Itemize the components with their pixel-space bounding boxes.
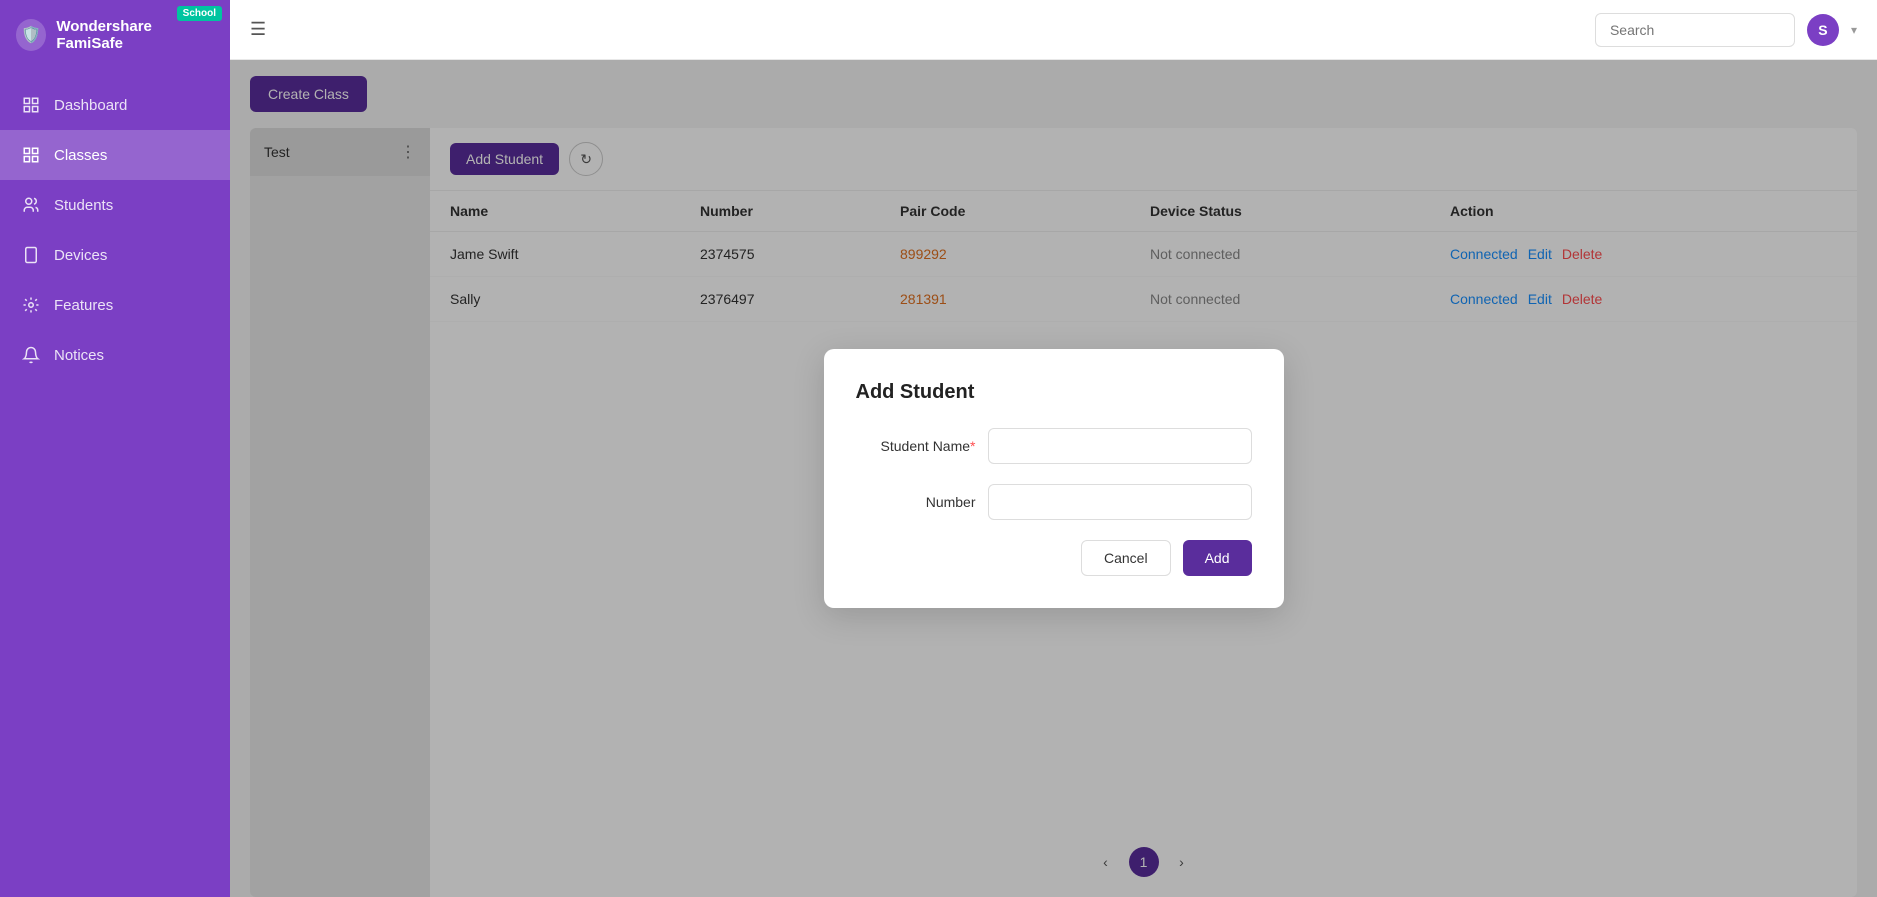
number-group: Number — [856, 484, 1252, 520]
notices-label: Notices — [54, 347, 104, 364]
main-area: ☰ S ▾ Create Class Test ⋮ Add Studen — [230, 0, 1877, 897]
features-label: Features — [54, 297, 113, 314]
search-input[interactable] — [1595, 13, 1795, 47]
students-label: Students — [54, 197, 113, 214]
number-input[interactable] — [988, 484, 1252, 520]
devices-label: Devices — [54, 247, 107, 264]
cancel-button[interactable]: Cancel — [1081, 540, 1171, 576]
modal-overlay: Add Student Student Name* Number Cancel … — [230, 60, 1877, 897]
sidebar-item-devices[interactable]: Devices — [0, 230, 230, 280]
sidebar-nav: Dashboard Classes Students Devices Featu… — [0, 70, 230, 380]
add-button[interactable]: Add — [1183, 540, 1252, 576]
topbar: ☰ S ▾ — [230, 0, 1877, 60]
sidebar-item-classes[interactable]: Classes — [0, 130, 230, 180]
sidebar-item-students[interactable]: Students — [0, 180, 230, 230]
classes-label: Classes — [54, 147, 107, 164]
topbar-right: S ▾ — [1595, 13, 1857, 47]
student-name-label: Student Name* — [856, 438, 976, 454]
sidebar-item-features[interactable]: Features — [0, 280, 230, 330]
content-area: Create Class Test ⋮ Add Student ↻ — [230, 60, 1877, 897]
modal-actions: Cancel Add — [856, 540, 1252, 576]
number-label: Number — [856, 494, 976, 510]
user-avatar[interactable]: S — [1807, 14, 1839, 46]
student-name-group: Student Name* — [856, 428, 1252, 464]
school-badge: School — [177, 6, 222, 21]
logo-icon: 🛡️ — [16, 19, 46, 51]
devices-icon — [20, 244, 42, 266]
hamburger-menu[interactable]: ☰ — [250, 19, 266, 40]
sidebar-item-notices[interactable]: Notices — [0, 330, 230, 380]
dashboard-label: Dashboard — [54, 97, 127, 114]
dashboard-icon — [20, 94, 42, 116]
classes-icon — [20, 144, 42, 166]
add-student-modal: Add Student Student Name* Number Cancel … — [824, 349, 1284, 608]
modal-title: Add Student — [856, 381, 1252, 404]
sidebar-logo: 🛡️ Wondershare FamiSafe School — [0, 0, 230, 70]
user-menu-chevron[interactable]: ▾ — [1851, 23, 1857, 37]
students-icon — [20, 194, 42, 216]
notices-icon — [20, 344, 42, 366]
app-name: Wondershare FamiSafe — [56, 18, 214, 52]
student-name-input[interactable] — [988, 428, 1252, 464]
features-icon — [20, 294, 42, 316]
sidebar: 🛡️ Wondershare FamiSafe School Dashboard… — [0, 0, 230, 897]
sidebar-item-dashboard[interactable]: Dashboard — [0, 80, 230, 130]
